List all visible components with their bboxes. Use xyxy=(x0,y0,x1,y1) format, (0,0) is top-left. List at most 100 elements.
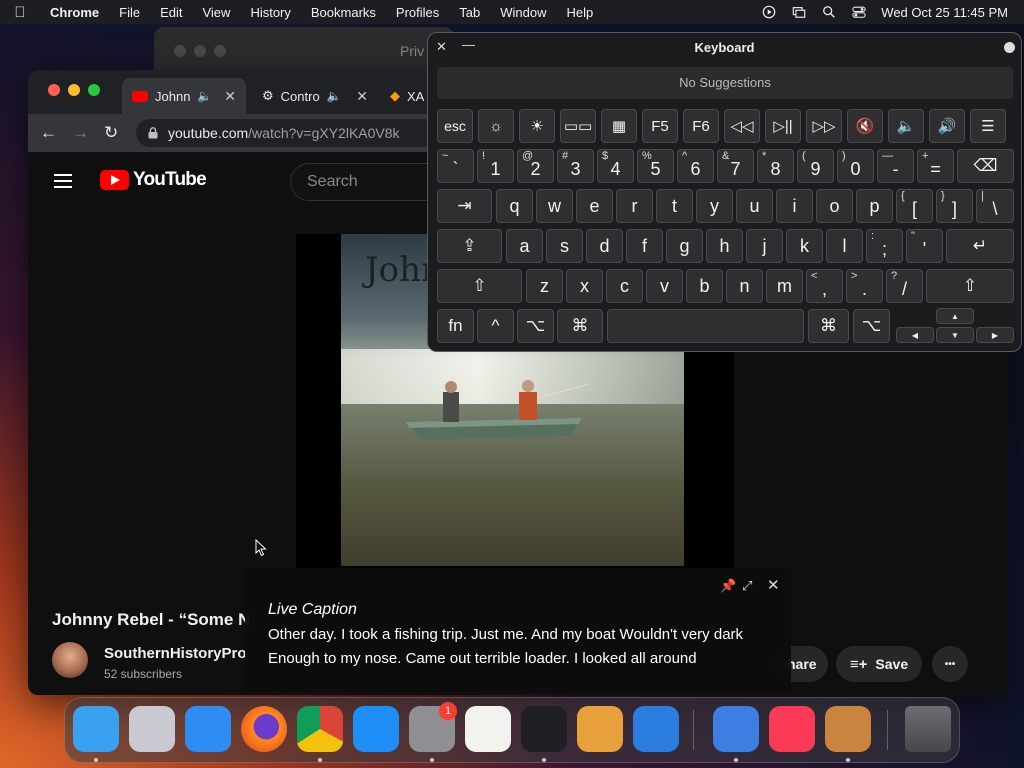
youtube-logo[interactable]: YouTube xyxy=(100,169,207,191)
channel-name[interactable]: SouthernHistoryPro xyxy=(104,645,247,662)
menu-window[interactable]: Window xyxy=(490,5,556,20)
tab-audio-icon[interactable]: 🔈 xyxy=(327,89,342,103)
control-center-icon[interactable] xyxy=(851,5,867,19)
background-tab-label[interactable]: Priv xyxy=(400,43,424,59)
key-fn-9[interactable]: ▷▷ xyxy=(806,109,842,143)
key-option-right[interactable]: ⌥ xyxy=(853,309,890,343)
close-window-button[interactable] xyxy=(48,84,60,96)
key-z[interactable]: z xyxy=(526,269,563,303)
key-num-3[interactable]: #3 xyxy=(557,149,594,183)
archive-utility-icon[interactable] xyxy=(825,706,871,752)
key-m[interactable]: m xyxy=(766,269,803,303)
save-button[interactable]: ≡+ Save xyxy=(836,646,922,682)
launchpad-icon[interactable] xyxy=(129,706,175,752)
key-h[interactable]: h xyxy=(706,229,743,263)
key-x[interactable]: x xyxy=(566,269,603,303)
menu-clock[interactable]: Wed Oct 25 11:45 PM xyxy=(881,5,1008,20)
music-icon[interactable] xyxy=(769,706,815,752)
app-store-icon[interactable] xyxy=(353,706,399,752)
menu-view[interactable]: View xyxy=(192,5,240,20)
key-fn-12[interactable]: 🔊 xyxy=(929,109,965,143)
key-fn-0[interactable]: esc xyxy=(437,109,473,143)
key-control[interactable]: ^ xyxy=(477,309,514,343)
key-j[interactable]: j xyxy=(746,229,783,263)
spotlight-search-icon[interactable] xyxy=(821,5,837,19)
menu-profiles[interactable]: Profiles xyxy=(386,5,449,20)
key-return[interactable]: ↵ xyxy=(946,229,1014,263)
pin-caption-icon[interactable]: 📌 xyxy=(720,578,736,594)
key-fn-4[interactable]: ▦ xyxy=(601,109,637,143)
key-fn-7[interactable]: ◁◁ xyxy=(724,109,760,143)
traffic-light-inactive[interactable] xyxy=(194,45,206,57)
firefox-icon[interactable] xyxy=(241,706,287,752)
chrome-icon[interactable] xyxy=(297,706,343,752)
key-u[interactable]: u xyxy=(736,189,773,223)
key-bracket-0[interactable]: {[ xyxy=(896,189,933,223)
key-q[interactable]: q xyxy=(496,189,533,223)
key-quote-0[interactable]: :; xyxy=(866,229,903,263)
menu-edit[interactable]: Edit xyxy=(150,5,192,20)
lock-icon[interactable] xyxy=(148,127,158,139)
key-fn-5[interactable]: F5 xyxy=(642,109,678,143)
expand-caption-icon[interactable]: ⤢ xyxy=(742,578,752,594)
key-r[interactable]: r xyxy=(616,189,653,223)
tab-control[interactable]: ⚙ Contro 🔈 ✕ xyxy=(252,78,378,114)
key-num-7[interactable]: & 7 xyxy=(717,149,754,183)
key-w[interactable]: w xyxy=(536,189,573,223)
finder-icon[interactable] xyxy=(73,706,119,752)
key-fn-3[interactable]: ▭▭ xyxy=(560,109,596,143)
trash-icon[interactable] xyxy=(905,706,951,752)
key-fn-8[interactable]: ▷|| xyxy=(765,109,801,143)
key-g[interactable]: g xyxy=(666,229,703,263)
minimize-window-button[interactable] xyxy=(68,84,80,96)
screen-mirror-icon[interactable] xyxy=(791,5,807,19)
key-num-6[interactable]: ^ 6 xyxy=(677,149,714,183)
traffic-light-inactive[interactable] xyxy=(214,45,226,57)
key-shift-right[interactable]: ⇧ xyxy=(926,269,1014,303)
key-y[interactable]: y xyxy=(696,189,733,223)
key-fn-6[interactable]: F6 xyxy=(683,109,719,143)
key-s[interactable]: s xyxy=(546,229,583,263)
key-quote-1[interactable]: " ' xyxy=(906,229,943,263)
key-fn-1[interactable]: ☼ xyxy=(478,109,514,143)
menu-help[interactable]: Help xyxy=(557,5,604,20)
key-num-11[interactable]: — - xyxy=(877,149,914,183)
tab-youtube[interactable]: Johnn 🔈 ✕ xyxy=(122,78,246,114)
close-tab-icon[interactable]: ✕ xyxy=(356,88,368,105)
menu-bookmarks[interactable]: Bookmarks xyxy=(301,5,386,20)
vscode-icon[interactable] xyxy=(633,706,679,752)
key-f[interactable]: f xyxy=(626,229,663,263)
key-fn-11[interactable]: 🔈 xyxy=(888,109,924,143)
more-actions-button[interactable]: ••• xyxy=(932,646,968,682)
garageband-icon[interactable] xyxy=(577,706,623,752)
channel-avatar[interactable] xyxy=(52,642,88,678)
media-play-icon[interactable] xyxy=(761,5,777,19)
back-arrow-icon[interactable]: ← xyxy=(40,123,57,143)
key-caps-lock[interactable]: ⇪ xyxy=(437,229,502,263)
key-b[interactable]: b xyxy=(686,269,723,303)
key-punct-1[interactable]: >. xyxy=(846,269,883,303)
key-num-12[interactable]: + = xyxy=(917,149,954,183)
key-o[interactable]: o xyxy=(816,189,853,223)
key-punct-0[interactable]: <, xyxy=(806,269,843,303)
key-command-right[interactable]: ⌘ xyxy=(808,309,849,343)
key-num-9[interactable]: (9 xyxy=(797,149,834,183)
safari-icon[interactable] xyxy=(185,706,231,752)
key-i[interactable]: i xyxy=(776,189,813,223)
keyboard-options-icon[interactable] xyxy=(1004,42,1015,53)
live-caption-panel[interactable]: 📌 ⤢ ✕ Live Caption Other day. I took a f… xyxy=(245,568,791,692)
key-d[interactable]: d xyxy=(586,229,623,263)
key-arrow-up[interactable]: ▲ xyxy=(936,308,974,324)
terminal-icon[interactable] xyxy=(521,706,567,752)
key-num-5[interactable]: % 5 xyxy=(637,149,674,183)
key-fn-10[interactable]: 🔇 xyxy=(847,109,883,143)
key-t[interactable]: t xyxy=(656,189,693,223)
key-num-2[interactable]: @2 xyxy=(517,149,554,183)
key-fn-2[interactable]: ☀ xyxy=(519,109,555,143)
key-delete[interactable]: ⌫ xyxy=(957,149,1014,183)
key-fn-13[interactable]: ☰ xyxy=(970,109,1006,143)
key-arrow-left[interactable]: ◀ xyxy=(896,327,934,343)
key-tab[interactable]: ⇥ xyxy=(437,189,492,223)
weather-icon[interactable] xyxy=(713,706,759,752)
textedit-icon[interactable] xyxy=(465,706,511,752)
